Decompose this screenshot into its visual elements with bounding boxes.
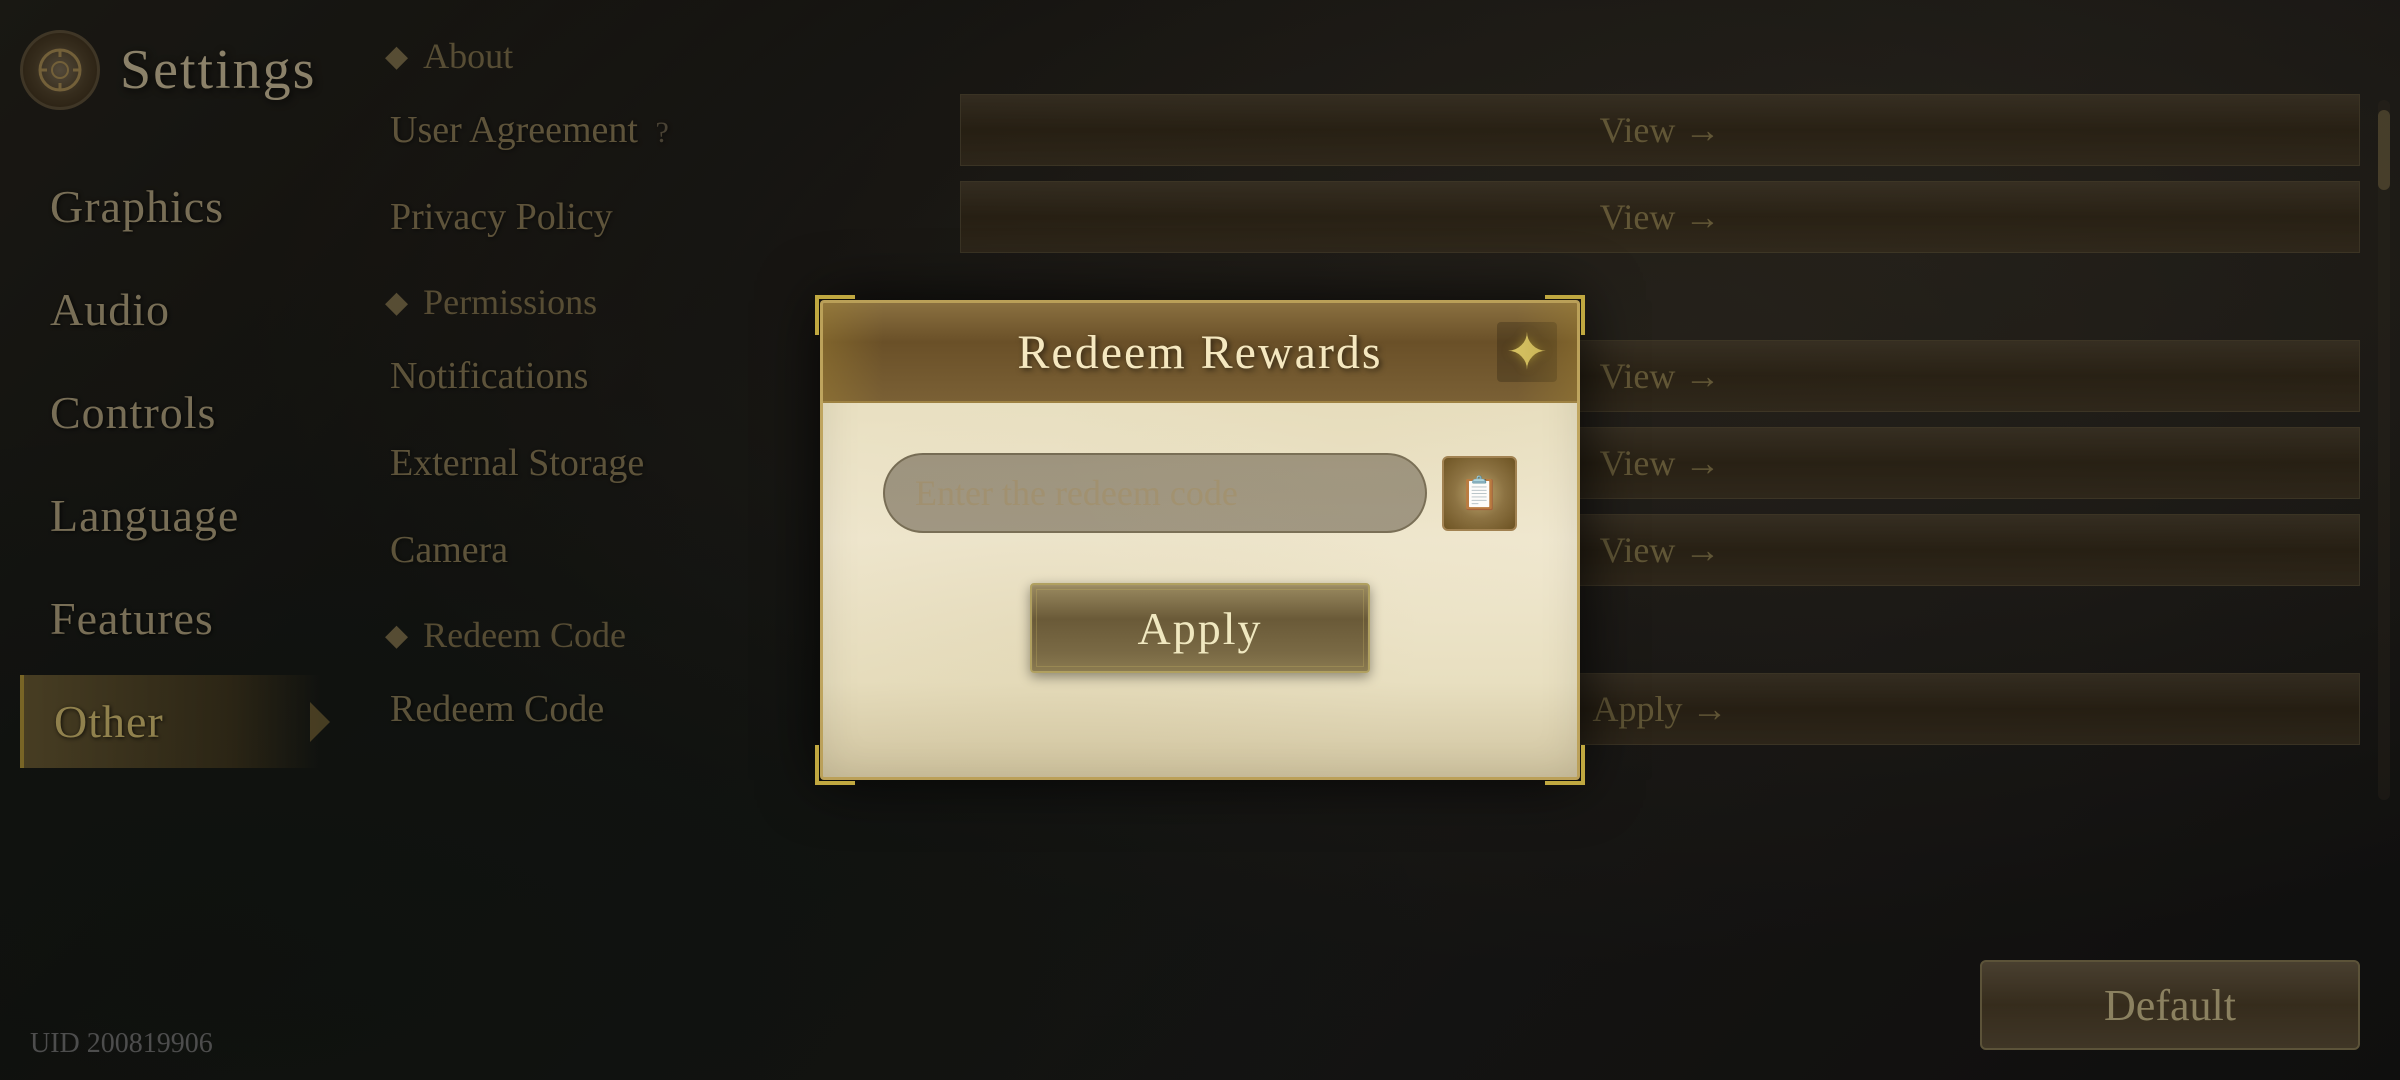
- apply-button[interactable]: Apply: [1030, 583, 1370, 673]
- modal-header: Redeem Rewards ✦: [823, 303, 1577, 403]
- redeem-modal: Redeem Rewards ✦ 📋 Apply: [820, 300, 1580, 780]
- corner-tr-decoration: [1545, 295, 1585, 335]
- corner-bl-decoration: [815, 745, 855, 785]
- redeem-input-row: 📋: [883, 453, 1517, 533]
- redeem-code-input[interactable]: [883, 453, 1427, 533]
- paste-button[interactable]: 📋: [1442, 456, 1517, 531]
- corner-tl-decoration: [815, 295, 855, 335]
- paste-icon: 📋: [1460, 474, 1500, 512]
- modal-inner: Redeem Rewards ✦ 📋 Apply: [820, 300, 1580, 780]
- corner-br-decoration: [1545, 745, 1585, 785]
- modal-title: Redeem Rewards: [1017, 325, 1382, 380]
- modal-overlay[interactable]: Redeem Rewards ✦ 📋 Apply: [0, 0, 2400, 1080]
- modal-body: 📋 Apply: [823, 403, 1577, 723]
- close-star-icon: ✦: [1506, 323, 1548, 381]
